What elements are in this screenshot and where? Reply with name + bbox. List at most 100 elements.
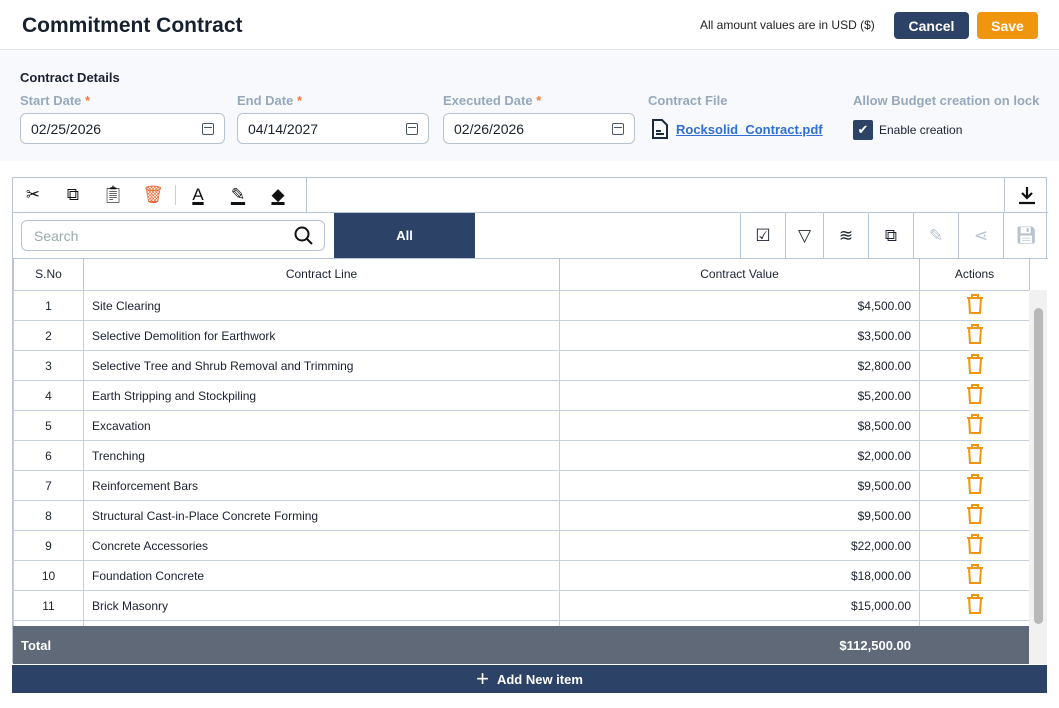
contract-value[interactable]: $2,800.00 <box>559 350 920 381</box>
contract-value[interactable]: $15,000.00 <box>559 590 920 621</box>
delete-row-icon[interactable] <box>919 590 1029 621</box>
calendar-icon[interactable] <box>406 122 418 135</box>
delete-row-icon[interactable] <box>919 470 1029 501</box>
validate-view-icon[interactable]: ☑ <box>740 213 785 258</box>
grid-toolbar: Search All ☑ ▽ ≋ ⧉ ✎ ⋖ 💾︎ <box>13 213 1048 259</box>
start-date-input[interactable]: 02/25/2026 <box>20 113 225 144</box>
table-row[interactable]: 4 Earth Stripping and Stockpiling $5,200.0… <box>13 380 1029 411</box>
checkmark-icon[interactable]: ✔ <box>853 120 873 140</box>
paste-icon[interactable]: 📋︎ <box>93 178 133 212</box>
table-row[interactable]: 9 Concrete Accessories $22,000.00 <box>13 530 1029 561</box>
table-row[interactable]: 10 Foundation Concrete $18,000.00 <box>13 560 1029 591</box>
table-row[interactable]: 11 Brick Masonry $15,000.00 <box>13 590 1029 621</box>
row-number: 10 <box>13 560 84 591</box>
currency-note: All amount values are in USD ($) <box>700 18 875 32</box>
contract-file-label: Contract File <box>648 93 728 108</box>
end-date-input[interactable]: 04/14/2027 <box>237 113 429 144</box>
delete-row-icon[interactable] <box>919 530 1029 561</box>
search-input[interactable]: Search <box>21 220 325 251</box>
col-sno[interactable]: S.No <box>13 259 84 291</box>
contract-line[interactable]: Selective Tree and Shrub Removal and Tri… <box>83 350 560 381</box>
contract-value[interactable]: $8,500.00 <box>559 410 920 441</box>
filter-icon[interactable]: ▽ <box>785 213 823 258</box>
col-contract-line[interactable]: Contract Line <box>83 259 560 291</box>
section-title: Contract Details <box>20 70 120 85</box>
total-value: $112,500.00 <box>839 638 911 653</box>
delete-row-icon[interactable] <box>919 380 1029 411</box>
calendar-icon[interactable] <box>202 122 214 135</box>
contract-line[interactable]: Reinforcement Bars <box>83 470 560 501</box>
cancel-button[interactable]: Cancel <box>894 12 969 39</box>
copy-icon[interactable]: ⧉ <box>53 178 93 212</box>
table-row[interactable]: 6 Trenching $2,000.00 <box>13 440 1029 471</box>
delete-row-icon[interactable] <box>919 440 1029 471</box>
save-button[interactable]: Save <box>977 12 1038 39</box>
contract-value[interactable]: $18,000.00 <box>559 560 920 591</box>
contract-value[interactable]: $5,200.00 <box>559 380 920 411</box>
plus-icon: + <box>476 666 489 691</box>
enable-creation-checkbox[interactable]: ✔ Enable creation <box>853 120 962 140</box>
save-icon[interactable]: 💾︎ <box>1003 213 1048 258</box>
delete-row-icon[interactable] <box>919 500 1029 531</box>
layers-icon[interactable]: ≋ <box>823 213 868 258</box>
delete-row-icon[interactable] <box>919 350 1029 381</box>
row-number: 4 <box>13 380 84 411</box>
end-date-label: End Date * <box>237 93 302 108</box>
contract-value[interactable]: $4,500.00 <box>559 290 920 321</box>
row-number: 9 <box>13 530 84 561</box>
col-contract-value[interactable]: Contract Value <box>559 259 920 291</box>
table-row[interactable]: 1 Site Clearing $4,500.00 <box>13 290 1029 321</box>
total-row: Total $112,500.00 <box>13 626 1029 664</box>
edit-toolbar: ✂ ⧉ 📋︎ 🗑︎ A ✎ ◆ <box>13 178 1048 213</box>
contract-value[interactable]: $9,500.00 <box>559 470 920 501</box>
filter-all-tab[interactable]: All <box>334 213 475 258</box>
contract-value[interactable]: $2,000.00 <box>559 440 920 471</box>
edit-icon[interactable]: ✎ <box>913 213 958 258</box>
contract-line[interactable]: Foundation Concrete <box>83 560 560 591</box>
table-row[interactable]: 2 Selective Demolition for Earthwork $3,50… <box>13 320 1029 351</box>
scrollbar-thumb[interactable] <box>1034 308 1043 624</box>
row-number: 8 <box>13 500 84 531</box>
executed-date-label: Executed Date * <box>443 93 541 108</box>
duplicate-icon[interactable]: ⧉ <box>868 213 913 258</box>
calendar-icon[interactable] <box>612 122 624 135</box>
fill-color-icon[interactable]: ◆ <box>258 178 298 212</box>
contract-line[interactable]: Concrete Accessories <box>83 530 560 561</box>
table-row[interactable]: 5 Excavation $8,500.00 <box>13 410 1029 441</box>
table-row[interactable]: 8 Structural Cast-in-Place Concrete Formi… <box>13 500 1029 531</box>
contract-grid: ✂ ⧉ 📋︎ 🗑︎ A ✎ ◆ Search All ☑ ▽ ≋ ⧉ ✎ ⋖ 💾… <box>12 177 1049 664</box>
search-icon[interactable] <box>294 226 314 246</box>
row-number: 1 <box>13 290 84 321</box>
executed-date-input[interactable]: 02/26/2026 <box>443 113 635 144</box>
contract-line[interactable]: Earth Stripping and Stockpiling <box>83 380 560 411</box>
scrollbar[interactable] <box>1029 290 1047 664</box>
contract-line[interactable]: Selective Demolition for Earthwork <box>83 320 560 351</box>
cut-icon[interactable]: ✂ <box>13 178 53 212</box>
row-number: 7 <box>13 470 84 501</box>
font-color-icon[interactable]: A <box>178 178 218 212</box>
contract-value[interactable]: $3,500.00 <box>559 320 920 351</box>
budget-label: Allow Budget creation on lock <box>853 93 1040 108</box>
contract-file-link[interactable]: Rocksolid_Contract.pdf <box>676 122 823 137</box>
contract-value[interactable]: $9,500.00 <box>559 500 920 531</box>
contract-line[interactable]: Excavation <box>83 410 560 441</box>
contract-value[interactable]: $22,000.00 <box>559 530 920 561</box>
delete-row-icon[interactable] <box>919 560 1029 591</box>
delete-row-icon[interactable] <box>919 290 1029 321</box>
delete-icon[interactable]: 🗑︎ <box>133 178 173 212</box>
table-row[interactable]: 7 Reinforcement Bars $9,500.00 <box>13 470 1029 501</box>
label-text: Executed Date <box>443 93 533 108</box>
delete-row-icon[interactable] <box>919 320 1029 351</box>
add-new-item-button[interactable]: + Add New item <box>12 665 1047 693</box>
table-row[interactable]: 3 Selective Tree and Shrub Removal and Tr… <box>13 350 1029 381</box>
row-number: 11 <box>13 590 84 621</box>
contract-line[interactable]: Trenching <box>83 440 560 471</box>
delete-row-icon[interactable] <box>919 410 1029 441</box>
share-icon[interactable]: ⋖ <box>958 213 1003 258</box>
contract-line[interactable]: Brick Masonry <box>83 590 560 621</box>
contract-line[interactable]: Structural Cast-in-Place Concrete Formin… <box>83 500 560 531</box>
search-placeholder: Search <box>34 227 79 244</box>
contract-line[interactable]: Site Clearing <box>83 290 560 321</box>
highlight-icon[interactable]: ✎ <box>218 178 258 212</box>
download-icon[interactable] <box>1004 178 1048 212</box>
